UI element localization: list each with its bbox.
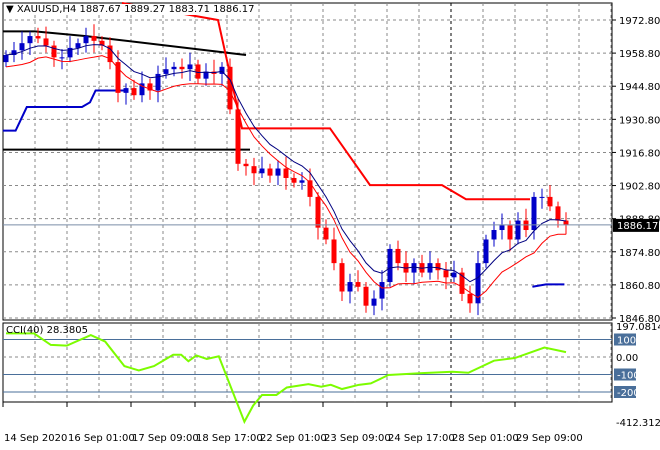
candle-body — [371, 298, 377, 306]
price-label: 1930.80 — [619, 115, 660, 126]
chart-window: 1972.80 1958.80 1944.80 1930.80 1916.80 1902.… — [0, 0, 660, 450]
candle-body — [251, 166, 257, 174]
time-label: 18 Sep 17:00 — [196, 433, 263, 444]
time-label: 24 Sep 17:00 — [388, 433, 455, 444]
candle-body — [539, 196, 545, 198]
candle-body — [499, 225, 505, 231]
candle-body — [227, 66, 233, 110]
red-channel-line — [121, 1, 530, 201]
candle-body — [315, 196, 321, 228]
chart-header: ▼ XAUUSD,H4 1887.67 1889.27 1883.71 1886… — [6, 4, 255, 15]
price-label: 1902.80 — [619, 182, 660, 193]
black-trend-line — [2, 30, 247, 56]
candle-body — [75, 43, 81, 48]
candle-body — [483, 239, 489, 264]
candle-body — [451, 272, 457, 278]
time-label: 28 Sep 01:00 — [452, 433, 519, 444]
cci-line — [6, 332, 567, 425]
candle-body — [395, 248, 401, 264]
dropdown-triangle-icon[interactable]: ▼ — [6, 4, 14, 15]
candle-body — [507, 225, 513, 240]
blue-channel-line — [2, 89, 126, 132]
candle-body — [91, 36, 97, 41]
candle-body — [163, 69, 169, 74]
time-label: 16 Sep 01:00 — [68, 433, 135, 444]
cci-axis-label: 100 — [617, 336, 636, 347]
candle-body — [291, 177, 297, 183]
candle-body — [283, 168, 289, 178]
cci-axis-label: 0.00 — [616, 353, 638, 364]
candle-body — [259, 168, 265, 174]
candle-body — [51, 45, 57, 58]
candle-body — [43, 38, 49, 46]
cci-title: CCI(40) 28.3805 — [6, 325, 88, 336]
candle-body — [235, 109, 241, 164]
candle-body — [555, 206, 561, 221]
candle-body — [59, 57, 65, 59]
candle-body — [491, 230, 497, 240]
candle-body — [171, 66, 177, 70]
candle-body — [435, 263, 441, 271]
price-label: 1916.80 — [619, 148, 660, 159]
price-label: 1874.80 — [619, 248, 660, 259]
price-label: 1972.80 — [619, 16, 660, 27]
time-label: 23 Sep 09:00 — [324, 433, 391, 444]
current-price-label: 1886.17 — [617, 221, 658, 232]
candle-body — [187, 64, 193, 70]
symbol-label: XAUUSD,H4 — [16, 4, 77, 15]
candle-body — [443, 270, 449, 278]
candle-body — [123, 88, 129, 93]
candle-body — [387, 248, 393, 283]
time-label: 22 Sep 01:00 — [260, 433, 327, 444]
candle-body — [411, 263, 417, 273]
cci-axis-label: -412.3125 — [616, 418, 660, 429]
cci-axis-label: 197.0814 — [616, 322, 660, 333]
candle-body — [131, 88, 137, 96]
candle-body — [339, 263, 345, 292]
price-label: 1860.80 — [619, 281, 660, 292]
price-chart[interactable]: 1972.80 1958.80 1944.80 1930.80 1916.80 1902.… — [0, 0, 660, 450]
time-label: 29 Sep 09:00 — [516, 433, 583, 444]
candle-body — [83, 36, 89, 44]
price-label: 1958.80 — [619, 49, 660, 60]
candle-body — [27, 36, 33, 44]
cci-axis-label: -100 — [617, 371, 640, 382]
candle-body — [355, 282, 361, 287]
cci-frame — [2, 322, 613, 403]
candle-body — [243, 163, 249, 167]
ohlc-label: 1887.67 1889.27 1883.71 1886.17 — [79, 4, 255, 15]
time-label: 17 Sep 09:00 — [132, 433, 199, 444]
candle-body — [275, 168, 281, 176]
candle-body — [379, 282, 385, 299]
candle-body — [179, 66, 185, 70]
candle-body — [3, 55, 9, 63]
candle-body — [323, 227, 329, 240]
cci-axis-label: -200 — [617, 388, 640, 399]
time-label: 14 Sep 2020 — [4, 433, 67, 444]
candle-body — [299, 180, 305, 183]
candle-body — [467, 293, 473, 304]
candle-body — [331, 239, 337, 264]
candle-body — [363, 286, 369, 306]
price-label: 1944.80 — [619, 82, 660, 93]
candle-body — [35, 36, 41, 39]
candle-body — [515, 220, 521, 240]
candle-body — [547, 196, 553, 207]
candle-body — [19, 43, 25, 51]
candle-body — [347, 282, 353, 292]
candle-body — [267, 168, 273, 176]
